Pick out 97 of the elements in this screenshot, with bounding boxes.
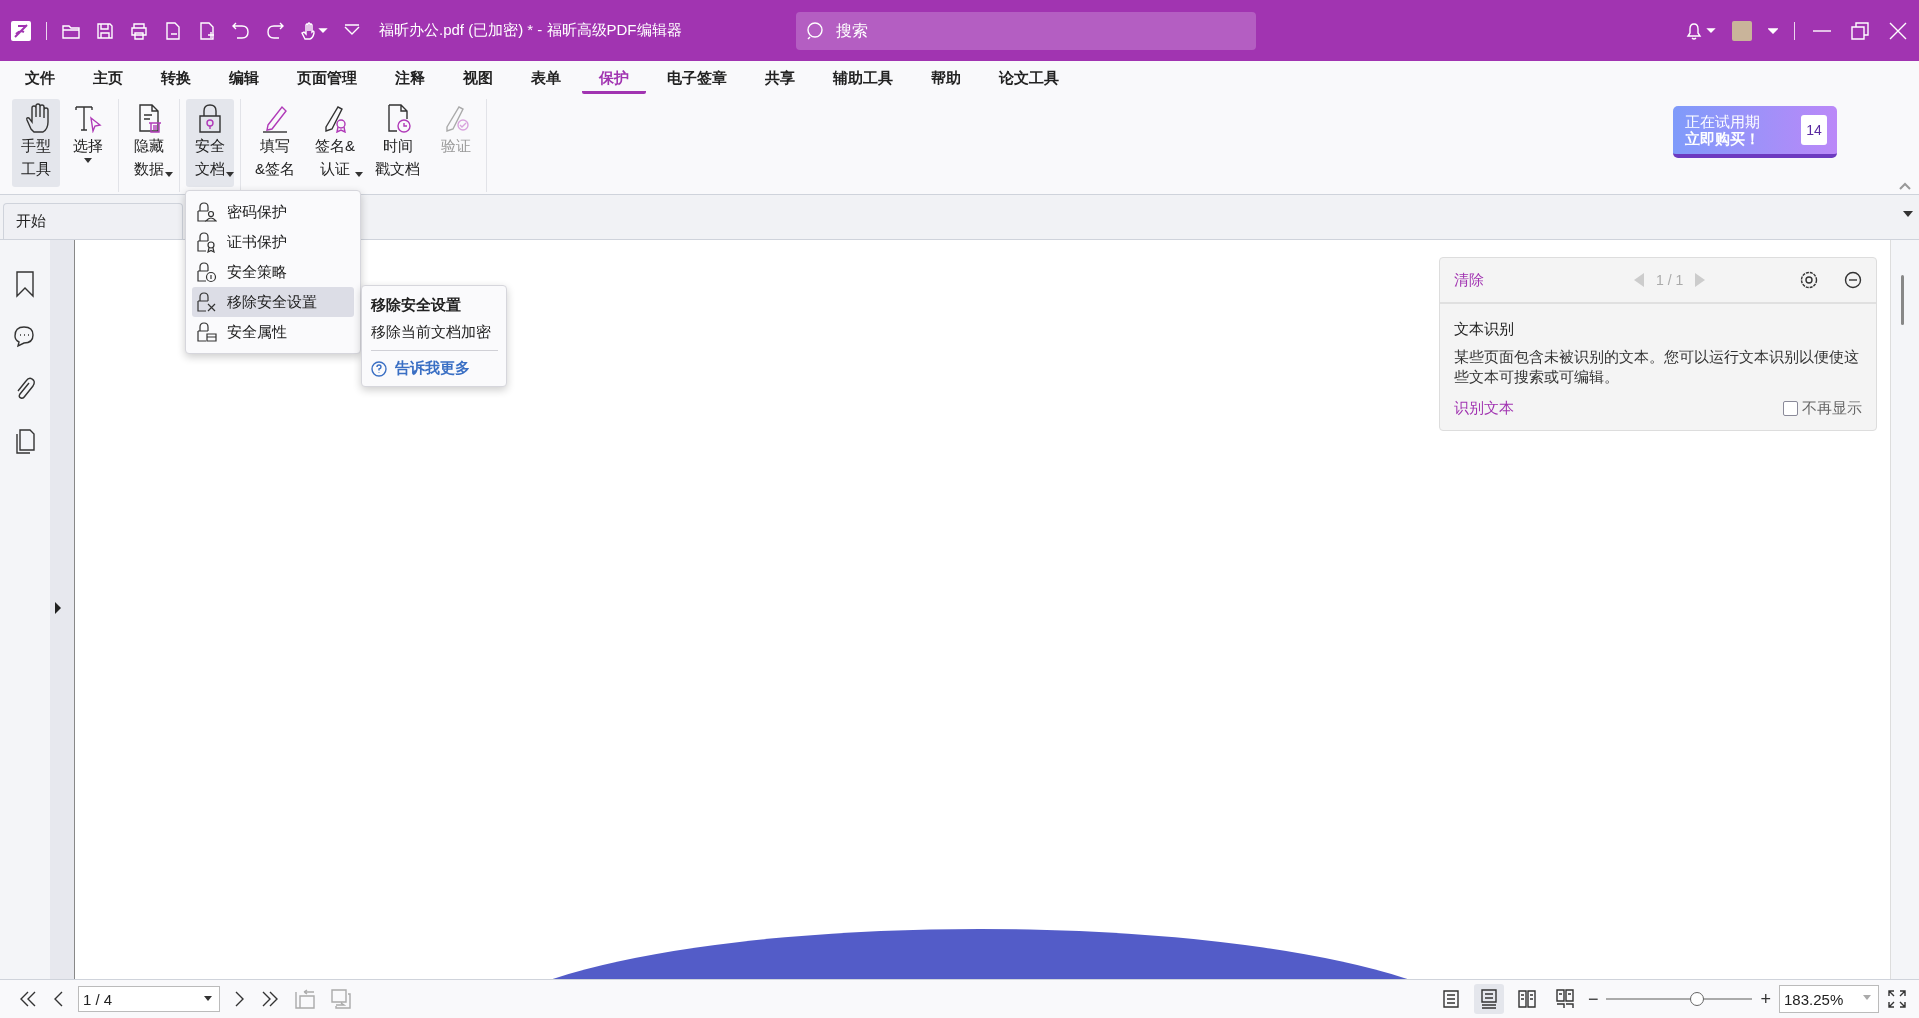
tool-label: 安全 (195, 136, 225, 156)
tab-list-icon[interactable] (1903, 211, 1913, 217)
menu-tab[interactable]: 编辑 (212, 64, 276, 94)
previous-page-icon[interactable] (52, 990, 64, 1008)
menu-tab[interactable]: 转换 (144, 64, 208, 94)
tool-label: 文档 (195, 159, 225, 179)
menu-tab[interactable]: 主页 (76, 64, 140, 94)
pen-icon (260, 103, 290, 133)
tool-label: 戳文档 (375, 159, 421, 179)
expand-panel-icon[interactable] (54, 602, 62, 614)
zoom-in-button[interactable]: + (1760, 988, 1771, 1010)
trial-buy-button[interactable]: 正在试用期 立即购买！ 14 (1673, 106, 1837, 158)
next-page-icon[interactable] (234, 990, 246, 1008)
menu-tab[interactable]: 论文工具 (982, 64, 1076, 94)
avatar[interactable] (1732, 20, 1752, 41)
window-title: 福昕办公.pdf (已加密) * - 福昕高级PDF编辑器 (379, 21, 682, 40)
tooltip-description: 移除当前文档加密 (371, 318, 498, 351)
menu-tab[interactable]: 帮助 (914, 64, 978, 94)
redo-icon[interactable] (265, 20, 285, 41)
tool-label: 填写 (260, 136, 290, 156)
panel-title: 文本识别 (1454, 320, 1515, 339)
menu-item[interactable]: 安全属性 (192, 317, 354, 347)
collapse-icon[interactable] (1844, 271, 1862, 289)
restore-icon[interactable] (1849, 19, 1871, 42)
document-plus-icon[interactable] (197, 20, 217, 41)
lock-window-icon (196, 321, 217, 343)
menu-tab[interactable]: 电子签章 (650, 64, 744, 94)
zoom-out-button[interactable]: − (1587, 988, 1599, 1010)
scrollbar-thumb[interactable] (1901, 275, 1904, 325)
tool-label: 认证 (320, 159, 350, 179)
zoom-field[interactable]: 183.25% (1779, 985, 1879, 1013)
tool-label: 隐藏 (134, 136, 164, 156)
single-view-icon (1440, 989, 1461, 1009)
ribbon-tool-button[interactable]: 手型 工具 (12, 99, 60, 187)
menu-item[interactable]: 移除安全设置 (192, 287, 354, 317)
pages-icon[interactable] (13, 428, 37, 454)
lock-user-icon (196, 201, 217, 223)
menu-item[interactable]: 安全策略 (192, 257, 354, 287)
tool-label: 时间 (382, 136, 413, 156)
settings-icon[interactable] (1800, 271, 1818, 289)
bell-icon[interactable] (1684, 20, 1716, 41)
caret-down-icon[interactable] (204, 996, 212, 1001)
tool-label: &签名 (255, 159, 295, 179)
ribbon-tool-button[interactable]: 填写 &签名 (247, 99, 303, 187)
search-icon (805, 20, 826, 41)
lock-ribbon-icon (196, 231, 217, 253)
document-minus-icon[interactable] (163, 20, 183, 41)
dont-show-checkbox[interactable]: 不再显示 (1783, 399, 1862, 418)
search-field[interactable]: 搜索 (795, 11, 1256, 50)
tool-label: 数据 (134, 159, 164, 179)
undo-icon[interactable] (231, 20, 251, 41)
first-page-icon[interactable] (18, 990, 38, 1008)
app-logo-icon[interactable] (10, 19, 32, 42)
help-icon (371, 360, 387, 377)
ribbon-tool-button[interactable]: 签名& 认证 (307, 99, 364, 187)
page-counter: 1 / 1 (1656, 272, 1684, 288)
collapse-ribbon-icon[interactable] (1899, 182, 1911, 190)
text-cursor-icon (73, 103, 103, 133)
ribbon-tool-button[interactable]: 时间 戳文档 (367, 99, 429, 187)
caret-down-icon[interactable] (1768, 27, 1778, 34)
hand-dropdown-icon[interactable] (299, 20, 329, 41)
continuous-view-icon (1478, 989, 1499, 1009)
cont-facing-view-icon (1554, 989, 1575, 1009)
panel-message: 某些页面包含未被识别的文本。您可以运行文本识别以便使这些文本可搜索或可编辑。 (1454, 347, 1860, 387)
print-icon[interactable] (129, 20, 149, 41)
page-number-field[interactable]: 1 / 4 (78, 986, 220, 1012)
learn-more-link[interactable]: 告诉我更多 (371, 357, 498, 380)
facing-view-icon (1516, 989, 1537, 1009)
clear-link[interactable]: 清除 (1454, 270, 1484, 290)
lock-info-icon (196, 261, 217, 283)
bookmark-icon[interactable] (14, 270, 36, 298)
tooltip-title: 移除安全设置 (371, 295, 462, 315)
menu-tab[interactable]: 注释 (378, 64, 442, 94)
menu-tab[interactable]: 文件 (8, 64, 72, 94)
menu-tab[interactable]: 页面管理 (280, 64, 374, 94)
last-page-icon[interactable] (260, 990, 280, 1008)
menu-tab[interactable]: 辅助工具 (816, 64, 910, 94)
tool-label: 工具 (21, 159, 51, 179)
menu-tab[interactable]: 共享 (748, 64, 812, 94)
menu-tab[interactable]: 视图 (446, 64, 510, 94)
tool-label: 手型 (21, 136, 51, 156)
tool-label: 签名& (315, 136, 356, 156)
menu-item[interactable]: 证书保护 (192, 227, 354, 257)
ribbon-tool-button[interactable]: 安全 文档 (186, 99, 234, 187)
save-icon[interactable] (95, 20, 115, 41)
menu-tab[interactable]: 表单 (514, 64, 578, 94)
tool-label: 选择 (73, 136, 103, 156)
ribbon-tool-button[interactable]: 隐藏 数据 (125, 99, 173, 187)
menu-tab[interactable]: 保护 (582, 64, 646, 94)
tool-label: 验证 (441, 136, 472, 156)
ribbon-tool-button[interactable]: 选择 (64, 99, 112, 187)
document-tab[interactable]: 开始 (3, 203, 183, 239)
fullscreen-icon[interactable] (1887, 989, 1907, 1009)
view-mode-button[interactable] (1473, 984, 1504, 1014)
menu-item[interactable]: 密码保护 (192, 197, 354, 227)
recognize-text-link[interactable]: 识别文本 (1454, 399, 1514, 418)
lock-x-icon (196, 291, 217, 313)
